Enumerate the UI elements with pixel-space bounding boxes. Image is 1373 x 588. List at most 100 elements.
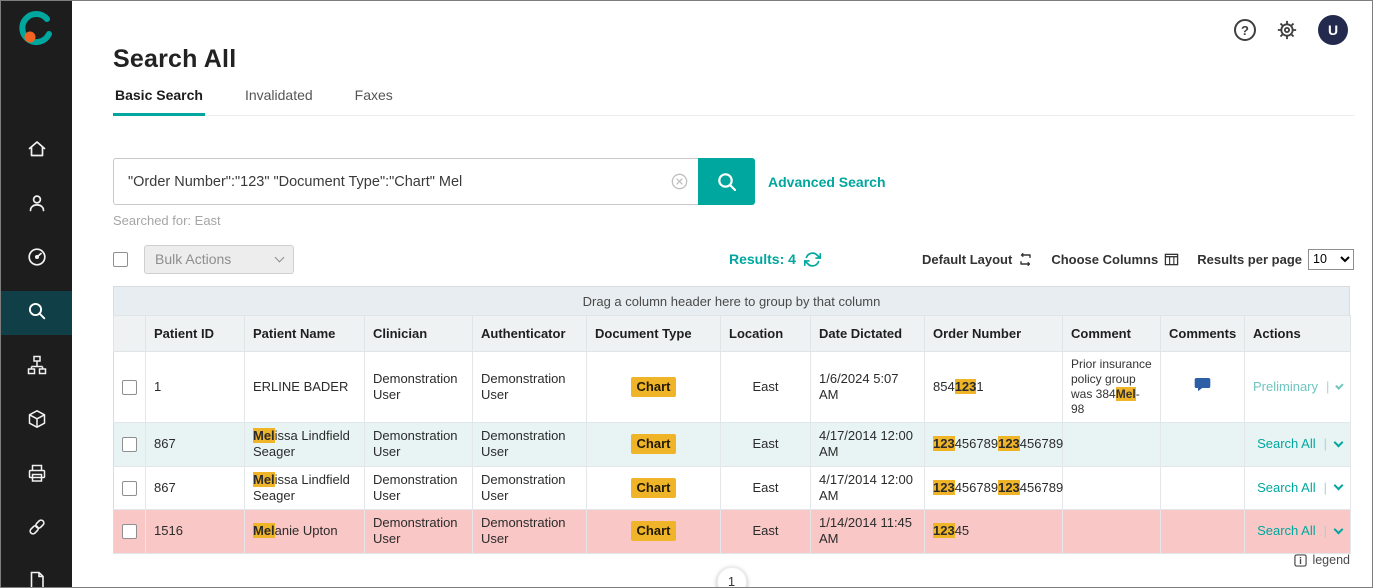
row-checkbox[interactable]	[122, 380, 137, 395]
bulk-actions-dropdown[interactable]: Bulk Actions	[144, 245, 294, 274]
column-header-authenticator[interactable]: Authenticator	[473, 316, 587, 352]
cell-order-number: 123456789123456789	[925, 423, 1063, 467]
action-separator: |	[1324, 523, 1327, 539]
cell-location: East	[721, 352, 811, 423]
default-layout-button[interactable]: Default Layout	[922, 252, 1033, 267]
legend-button[interactable]: legend	[1294, 553, 1350, 567]
sidebar-item-workflow[interactable]	[1, 345, 72, 389]
search-input[interactable]	[126, 173, 686, 191]
results-per-page-label: Results per page	[1197, 252, 1302, 267]
home-icon	[26, 138, 48, 165]
app-window: ? U Search All Basic Search Invalidated …	[0, 0, 1373, 588]
sitemap-icon	[26, 354, 48, 381]
cell-authenticator: Demonstration User	[473, 352, 587, 423]
user-avatar[interactable]: U	[1318, 15, 1348, 45]
comment-bubble-icon[interactable]	[1194, 377, 1211, 392]
page-button-1[interactable]: 1	[717, 567, 747, 588]
table-row[interactable]: 867 Melissa Lindfield Seager Demonstrati…	[114, 466, 1351, 510]
row-action[interactable]: Search All |	[1253, 436, 1342, 452]
cell-clinician: Demonstration User	[365, 510, 473, 554]
row-checkbox[interactable]	[122, 437, 137, 452]
cell-clinician: Demonstration User	[365, 352, 473, 423]
row-checkbox[interactable]	[122, 524, 137, 539]
clear-search-icon[interactable]	[671, 173, 688, 190]
sidebar	[1, 1, 72, 587]
column-header-comments[interactable]: Comments	[1161, 316, 1245, 352]
sidebar-item-dashboard[interactable]	[1, 237, 72, 281]
cell-patient-id: 867	[146, 466, 245, 510]
help-button[interactable]: ?	[1234, 19, 1256, 41]
cell-location: East	[721, 510, 811, 554]
column-header-location[interactable]: Location	[721, 316, 811, 352]
table-body: 1 ERLINE BADER Demonstration User Demons…	[114, 352, 1351, 554]
info-icon	[1294, 554, 1307, 567]
cell-patient-name: Melanie Upton	[245, 510, 365, 554]
row-action[interactable]: Preliminary |	[1253, 379, 1342, 395]
cell-patient-name: Melissa Lindfield Seager	[245, 466, 365, 510]
table-row[interactable]: 867 Melissa Lindfield Seager Demonstrati…	[114, 423, 1351, 467]
box-icon	[26, 408, 48, 435]
cell-date-dictated: 4/17/2014 12:00 AM	[811, 466, 925, 510]
document-type-chip: Chart	[631, 478, 677, 498]
results-table: Patient ID Patient Name Clinician Authen…	[113, 315, 1351, 554]
reset-layout-icon	[1018, 252, 1033, 267]
results-per-page-control: Results per page 10	[1197, 249, 1354, 270]
sidebar-item-integrations[interactable]	[1, 507, 72, 551]
gauge-icon	[26, 246, 48, 273]
column-header-document-type[interactable]: Document Type	[587, 316, 721, 352]
column-header-date-dictated[interactable]: Date Dictated	[811, 316, 925, 352]
action-separator: |	[1324, 436, 1327, 452]
tab-invalidated[interactable]: Invalidated	[243, 87, 315, 115]
action-separator: |	[1324, 480, 1327, 496]
column-header-patient-id[interactable]: Patient ID	[146, 316, 245, 352]
cell-clinician: Demonstration User	[365, 466, 473, 510]
sidebar-item-patients[interactable]	[1, 183, 72, 227]
select-all-checkbox[interactable]	[113, 252, 128, 267]
help-icon: ?	[1241, 23, 1249, 38]
printer-icon	[26, 462, 48, 489]
magnifier-icon	[715, 170, 739, 194]
sidebar-item-documents[interactable]	[1, 561, 72, 587]
advanced-search-link[interactable]: Advanced Search	[768, 174, 886, 190]
table-header-row: Patient ID Patient Name Clinician Authen…	[114, 316, 1351, 352]
sidebar-item-archive[interactable]	[1, 399, 72, 443]
row-action-label: Search All	[1257, 436, 1316, 452]
sidebar-item-search[interactable]	[1, 291, 72, 335]
cell-comment	[1063, 423, 1161, 467]
chevron-down-icon	[1336, 381, 1344, 389]
results-per-page-select[interactable]: 10	[1308, 249, 1354, 270]
cell-comment	[1063, 466, 1161, 510]
cell-date-dictated: 1/14/2014 11:45 AM	[811, 510, 925, 554]
column-header-actions[interactable]: Actions	[1245, 316, 1351, 352]
row-action[interactable]: Search All |	[1253, 523, 1342, 539]
row-action[interactable]: Search All |	[1253, 480, 1342, 496]
column-header-clinician[interactable]: Clinician	[365, 316, 473, 352]
cell-date-dictated: 1/6/2024 5:07 AM	[811, 352, 925, 423]
refresh-button[interactable]	[804, 251, 821, 268]
settings-button[interactable]	[1276, 19, 1298, 41]
chevron-down-icon	[1334, 437, 1344, 447]
tab-basic-search[interactable]: Basic Search	[113, 87, 205, 116]
row-action-label: Search All	[1257, 480, 1316, 496]
chevron-down-icon	[1334, 481, 1344, 491]
cell-order-number: 12345	[925, 510, 1063, 554]
topbar: ? U	[1234, 15, 1348, 45]
table-row[interactable]: 1516 Melanie Upton Demonstration User De…	[114, 510, 1351, 554]
column-header-order-number[interactable]: Order Number	[925, 316, 1063, 352]
document-type-chip: Chart	[631, 434, 677, 454]
refresh-icon	[804, 251, 821, 268]
row-checkbox[interactable]	[122, 481, 137, 496]
document-type-chip: Chart	[631, 377, 677, 397]
app-logo	[18, 10, 56, 53]
sidebar-item-home[interactable]	[1, 129, 72, 173]
search-button[interactable]	[698, 158, 755, 205]
table-row[interactable]: 1 ERLINE BADER Demonstration User Demons…	[114, 352, 1351, 423]
results-group: Results: 4	[729, 251, 821, 268]
group-by-drop-zone[interactable]: Drag a column header here to group by th…	[113, 286, 1350, 315]
column-header-patient-name[interactable]: Patient Name	[245, 316, 365, 352]
sidebar-item-print[interactable]	[1, 453, 72, 497]
column-header-comment[interactable]: Comment	[1063, 316, 1161, 352]
layout-controls: Default Layout Choose Columns Results pe…	[922, 249, 1354, 270]
choose-columns-button[interactable]: Choose Columns	[1051, 252, 1179, 267]
tab-faxes[interactable]: Faxes	[353, 87, 395, 115]
